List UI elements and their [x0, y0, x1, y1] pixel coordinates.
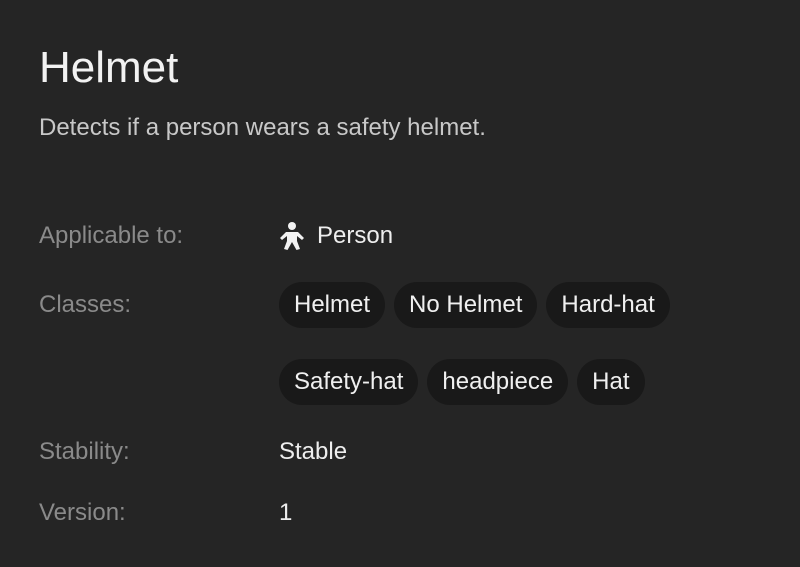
class-chip-hat: Hat	[577, 359, 645, 405]
page-description: Detects if a person wears a safety helme…	[39, 114, 486, 141]
version-value: 1	[279, 499, 293, 526]
classes-row-2: Safety-hat headpiece Hat	[279, 359, 645, 405]
applicable-to-value: Person	[279, 220, 393, 252]
classes-label: Classes:	[39, 291, 132, 318]
class-chip-headpiece: headpiece	[427, 359, 569, 405]
applicable-to-label: Applicable to:	[39, 222, 184, 249]
classes-row-1: Helmet No Helmet Hard-hat	[279, 282, 670, 328]
class-chip-hard-hat: Hard-hat	[546, 282, 670, 328]
version-label: Version:	[39, 499, 126, 526]
class-chip-safety-hat: Safety-hat	[279, 359, 419, 405]
person-icon	[279, 221, 305, 251]
stability-label: Stability:	[39, 438, 130, 465]
applicable-to-text: Person	[317, 222, 394, 249]
class-chip-no-helmet: No Helmet	[394, 282, 538, 328]
page-title: Helmet	[39, 43, 179, 92]
class-chip-helmet: Helmet	[279, 282, 386, 328]
stability-value: Stable	[279, 438, 348, 465]
